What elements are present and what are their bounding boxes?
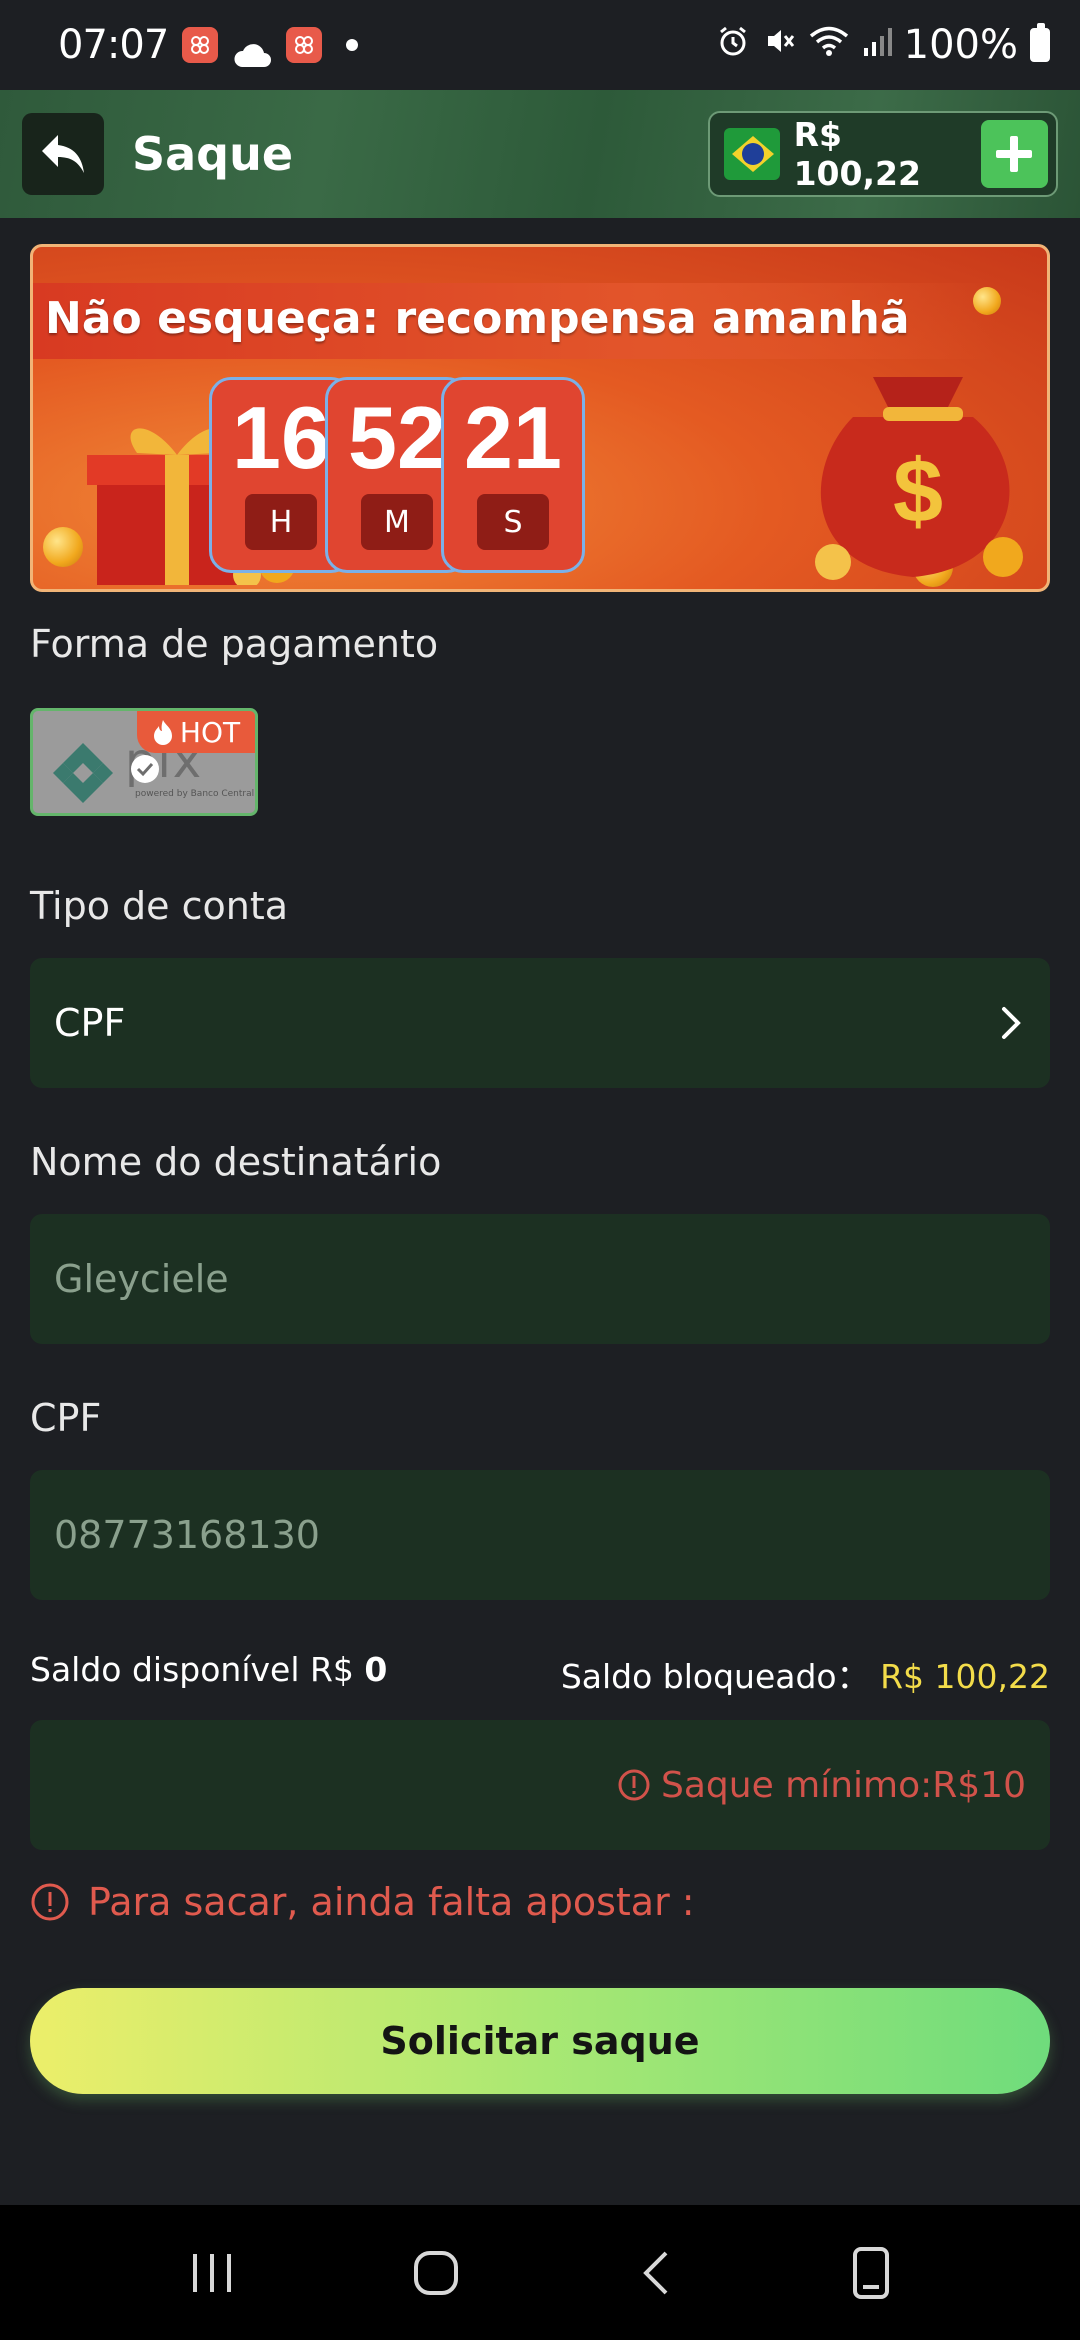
banner-title: Não esqueça: recompensa amanhã <box>45 293 910 344</box>
recent-apps-icon[interactable] <box>187 2250 237 2296</box>
available-balance-label: Saldo disponível R$ <box>30 1650 354 1689</box>
header-balance-amount: R$ 100,22 <box>793 115 921 193</box>
recipient-name-field[interactable]: Gleyciele <box>30 1214 1050 1344</box>
fire-icon <box>153 720 172 745</box>
screen-keyboard-icon[interactable] <box>849 2245 893 2301</box>
dot-icon <box>346 39 359 51</box>
alarm-icon <box>716 22 750 68</box>
reward-banner[interactable]: Não esqueça: recompensa amanhã $ 16 H 52… <box>30 244 1050 592</box>
pix-payment-option[interactable]: pix powered by Banco Central HOT <box>30 708 258 816</box>
bet-requirement-text: Para sacar, ainda falta apostar : <box>88 1880 695 1924</box>
cpf-field[interactable]: 08773168130 <box>30 1470 1050 1600</box>
status-right: 100% <box>716 22 1050 68</box>
account-type-select[interactable]: CPF <box>30 958 1050 1088</box>
timer-hours-unit: H <box>245 494 317 550</box>
timer-seconds: 21 S <box>441 377 585 573</box>
blocked-balance-label: Saldo bloqueado： <box>560 1657 870 1696</box>
selected-check-icon <box>131 755 159 783</box>
pix-logo-icon <box>53 743 113 803</box>
balance-line: Saldo disponível R$ 0 Saldo bloqueado： R… <box>30 1650 1050 1698</box>
status-bar: 07:07 100% <box>0 0 1080 90</box>
system-nav-bar <box>0 2205 1080 2340</box>
hot-badge-text: HOT <box>179 715 241 749</box>
pix-subtitle: powered by Banco Central <box>135 789 255 799</box>
info-alert-icon <box>618 1769 650 1801</box>
recipient-name-value: Gleyciele <box>54 1257 229 1301</box>
plus-icon <box>996 136 1033 172</box>
mute-icon <box>762 22 796 68</box>
battery-text: 100% <box>903 22 1018 68</box>
withdraw-amount-placeholder: Saque mínimo:R$10 <box>660 1764 1026 1806</box>
chevron-right-icon <box>1002 1007 1021 1039</box>
brazil-flag-icon <box>724 128 780 180</box>
back-arrow-icon <box>42 135 84 173</box>
timer-seconds-unit: S <box>477 494 549 550</box>
back-button[interactable] <box>22 113 104 195</box>
cloud-icon <box>232 33 272 67</box>
money-bag-illustration: $ <box>815 377 1023 580</box>
coin-decoration <box>43 527 83 567</box>
add-funds-button[interactable] <box>980 120 1048 188</box>
page-title: Saque <box>132 127 294 181</box>
app-header: Saque R$ 100,22 <box>0 90 1080 218</box>
home-icon[interactable] <box>410 2247 462 2299</box>
timer-seconds-value: 21 <box>464 388 562 487</box>
request-withdrawal-button[interactable]: Solicitar saque <box>30 1988 1050 2094</box>
available-balance: Saldo disponível R$ 0 <box>30 1650 387 1698</box>
blocked-balance: Saldo bloqueado： R$ 100,22 <box>561 1650 1050 1698</box>
cpf-value: 08773168130 <box>54 1513 320 1557</box>
account-type-value: CPF <box>54 1001 126 1045</box>
app-notification-icon <box>286 27 323 63</box>
cpf-label: CPF <box>30 1396 102 1440</box>
status-left: 07:07 <box>58 22 359 68</box>
timer-minutes-unit: M <box>361 494 433 550</box>
payment-method-label: Forma de pagamento <box>30 622 439 666</box>
bet-requirement-warning: Para sacar, ainda falta apostar : <box>30 1880 695 1924</box>
svg-text:$: $ <box>893 442 943 542</box>
warning-icon <box>31 1883 69 1921</box>
back-nav-icon[interactable] <box>636 2247 676 2299</box>
recipient-name-label: Nome do destinatário <box>30 1140 442 1184</box>
account-type-label: Tipo de conta <box>30 884 289 928</box>
wifi-icon <box>808 22 850 68</box>
app-notification-icon <box>182 27 219 63</box>
status-time: 07:07 <box>58 22 169 68</box>
signal-icon <box>862 22 892 68</box>
header-balance[interactable]: R$ 100,22 <box>708 111 1058 197</box>
available-balance-value: 0 <box>364 1650 388 1689</box>
withdraw-amount-input[interactable]: Saque mínimo:R$10 <box>30 1720 1050 1850</box>
blocked-balance-value: R$ 100,22 <box>880 1657 1050 1696</box>
battery-icon <box>1030 23 1050 62</box>
hot-badge: HOT <box>137 711 255 753</box>
